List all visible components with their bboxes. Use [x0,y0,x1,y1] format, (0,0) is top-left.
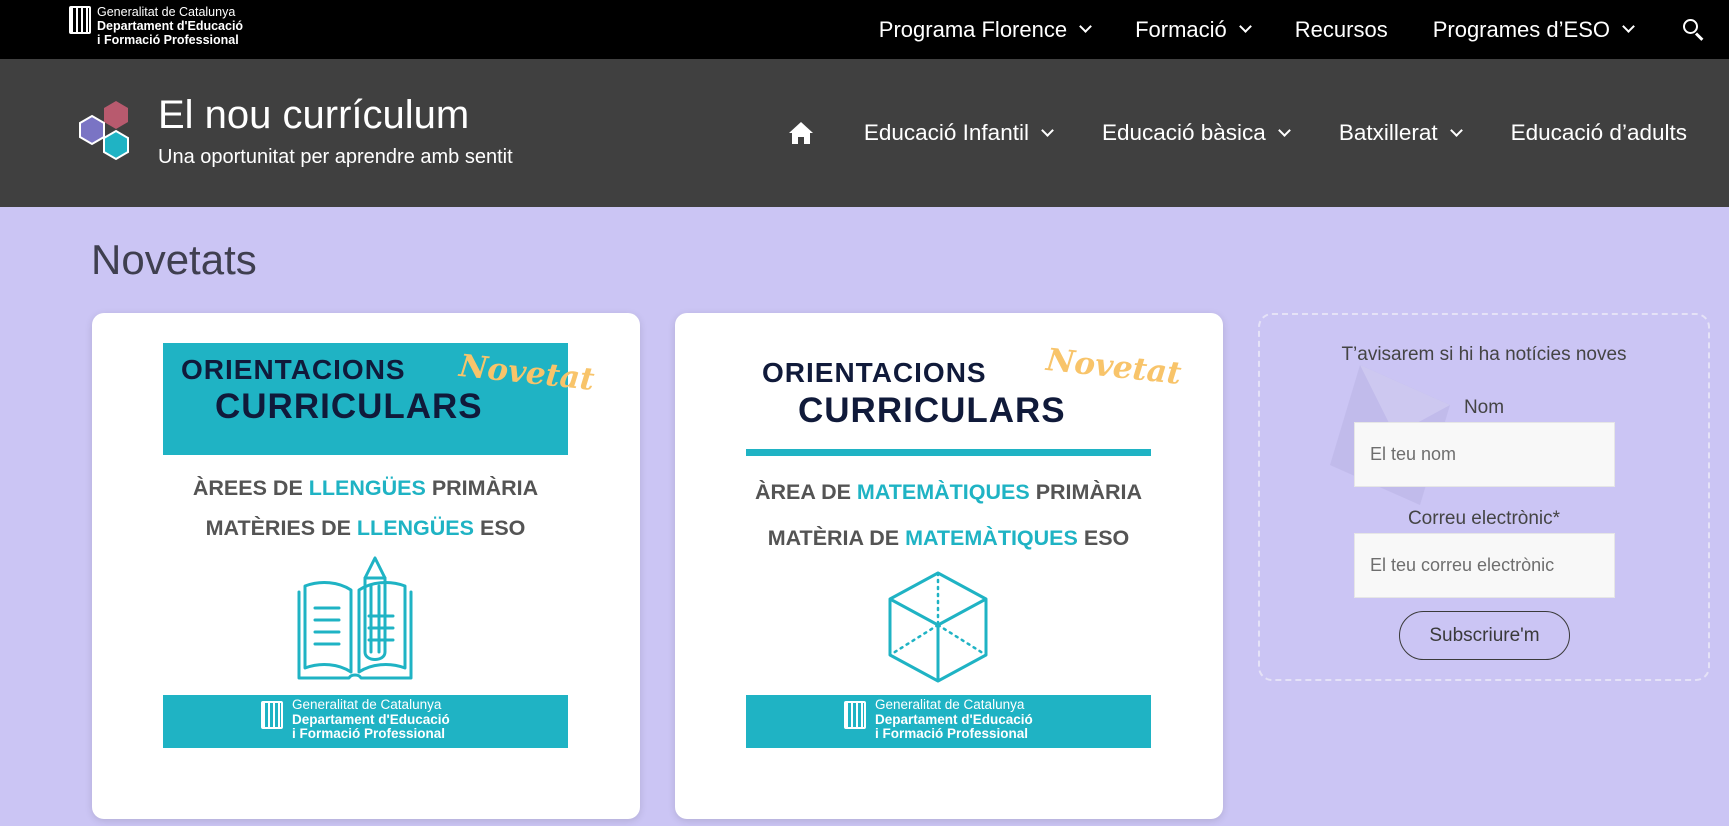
poster-title-1: ORIENTACIONS [762,357,987,388]
poster-text: ESO [474,516,526,540]
nav-label: Educació d’adults [1510,120,1687,145]
topnav-label: Formació [1135,16,1227,42]
gencat-emblem-icon [69,6,91,34]
chevron-down-icon [1277,123,1291,137]
chevron-down-icon [1449,123,1463,137]
email-label: Correu electrònic* [1407,508,1561,529]
poster-line-1: ÀREES DE LLENGÜES PRIMÀRIA [163,476,568,501]
chevron-down-icon [1622,20,1635,33]
gencat-line-3: i Formació Professional [97,33,239,47]
poster-highlight: MATEMÀTIQUES [905,526,1078,550]
poster-text: ÀREA DE [754,480,857,504]
poster-text: ÀREES DE [192,476,309,500]
nav-batxillerat[interactable]: Batxillerat [1338,120,1463,146]
site-title[interactable]: El nou currículum [158,93,469,138]
gencat-line-2: Departament d'Educació [97,19,244,33]
topnav-programa-florence[interactable]: Programa Florence [878,16,1092,43]
main-nav: Educació Infantil Educació bàsica Batxil… [788,59,1687,207]
search-icon[interactable] [1683,18,1705,41]
gencat-emblem-icon [844,701,866,729]
page-title: Novetats [91,236,257,283]
poster-footer-line: Generalitat de Catalunya [875,697,1025,712]
nav-educacio-adults[interactable]: Educació d’adults [1511,120,1687,146]
poster-footer-line: Departament d'Educació [875,711,1033,727]
site-tagline: Una oportunitat per aprendre amb sentit [158,146,513,168]
topnav-recursos[interactable]: Recursos [1295,17,1388,43]
poster-highlight: MATEMÀTIQUES [856,480,1030,504]
nav-label: Educació bàsica [1101,120,1266,145]
poster-footer-line: Generalitat de Catalunya [292,697,442,712]
poster-title-1: ORIENTACIONS [181,354,406,385]
name-input[interactable] [1354,422,1615,487]
nav-educacio-basica[interactable]: Educació bàsica [1101,120,1291,146]
nav-label: Batxillerat [1338,120,1438,145]
poster-line-1: ÀREA DE MATEMÀTIQUES PRIMÀRIA [746,480,1151,505]
subscribe-title: T’avisarem si hi ha notícies noves [1341,344,1627,365]
poster-footer: Generalitat de Catalunya Departament d'E… [163,695,568,748]
gencat-logo[interactable]: Generalitat de Catalunya Departament d'E… [69,5,243,47]
poster-text: MATÈRIES DE [205,516,357,540]
poster-title-2: CURRICULARS [215,387,483,426]
email-input[interactable] [1354,533,1615,598]
novetat-badge: Novetat [1044,342,1183,392]
site-header: El nou currículum Una oportunitat per ap… [0,59,1729,207]
poster-footer-line: i Formació Professional [292,726,446,741]
site-logo-icon[interactable] [70,99,138,167]
book-pencil-icon [297,556,413,680]
poster-image[interactable]: ORIENTACIONS CURRICULARS Novetat ÀREES D… [163,343,596,748]
poster-highlight: LLENGÜES [308,476,426,500]
poster-line-2: MATÈRIES DE LLENGÜES ESO [163,516,568,541]
cube-icon [888,571,988,683]
subscribe-box: T’avisarem si hi ha notícies noves Nom C… [1258,313,1710,681]
top-bar: Generalitat de Catalunya Departament d'E… [0,0,1729,59]
poster-divider [746,449,1151,456]
topnav-label: Programa Florence [878,16,1068,42]
gencat-emblem-icon [261,701,283,729]
nav-label: Educació Infantil [863,120,1029,145]
topnav-label: Programes d’ESO [1432,16,1610,42]
topnav-label: Recursos [1294,16,1388,42]
poster-highlight: LLENGÜES [356,516,474,540]
subscribe-button[interactable]: Subscriure'm [1399,611,1570,660]
topnav-formacio[interactable]: Formació [1135,16,1252,43]
chevron-down-icon [1041,123,1054,137]
home-icon[interactable] [788,121,814,145]
news-card-matematiques[interactable]: ORIENTACIONS CURRICULARS Novetat ÀREA DE… [675,313,1223,819]
poster-text: ESO [1077,526,1130,550]
poster-text: PRIMÀRIA [1029,480,1142,504]
news-card-llengues[interactable]: ORIENTACIONS CURRICULARS Novetat ÀREES D… [92,313,640,819]
poster-footer-line: i Formació Professional [875,726,1029,741]
top-nav: Programa Florence Formació Recursos Prog… [834,0,1729,59]
chevron-down-icon [1238,20,1252,33]
poster-line-2: MATÈRIA DE MATEMÀTIQUES ESO [746,526,1151,551]
gencat-line-1: Generalitat de Catalunya [97,5,236,19]
poster-image[interactable]: ORIENTACIONS CURRICULARS Novetat ÀREA DE… [746,342,1183,748]
topnav-programes-eso[interactable]: Programes d’ESO [1432,16,1635,43]
poster-title-2: CURRICULARS [798,391,1066,430]
poster-footer-line: Departament d'Educació [292,711,450,727]
nav-educacio-infantil[interactable]: Educació Infantil [863,120,1054,146]
poster-footer: Generalitat de Catalunya Departament d'E… [746,695,1151,748]
name-label: Nom [1463,397,1505,418]
poster-text: MATÈRIA DE [767,526,906,550]
poster-text: PRIMÀRIA [425,476,539,500]
chevron-down-icon [1079,20,1092,33]
